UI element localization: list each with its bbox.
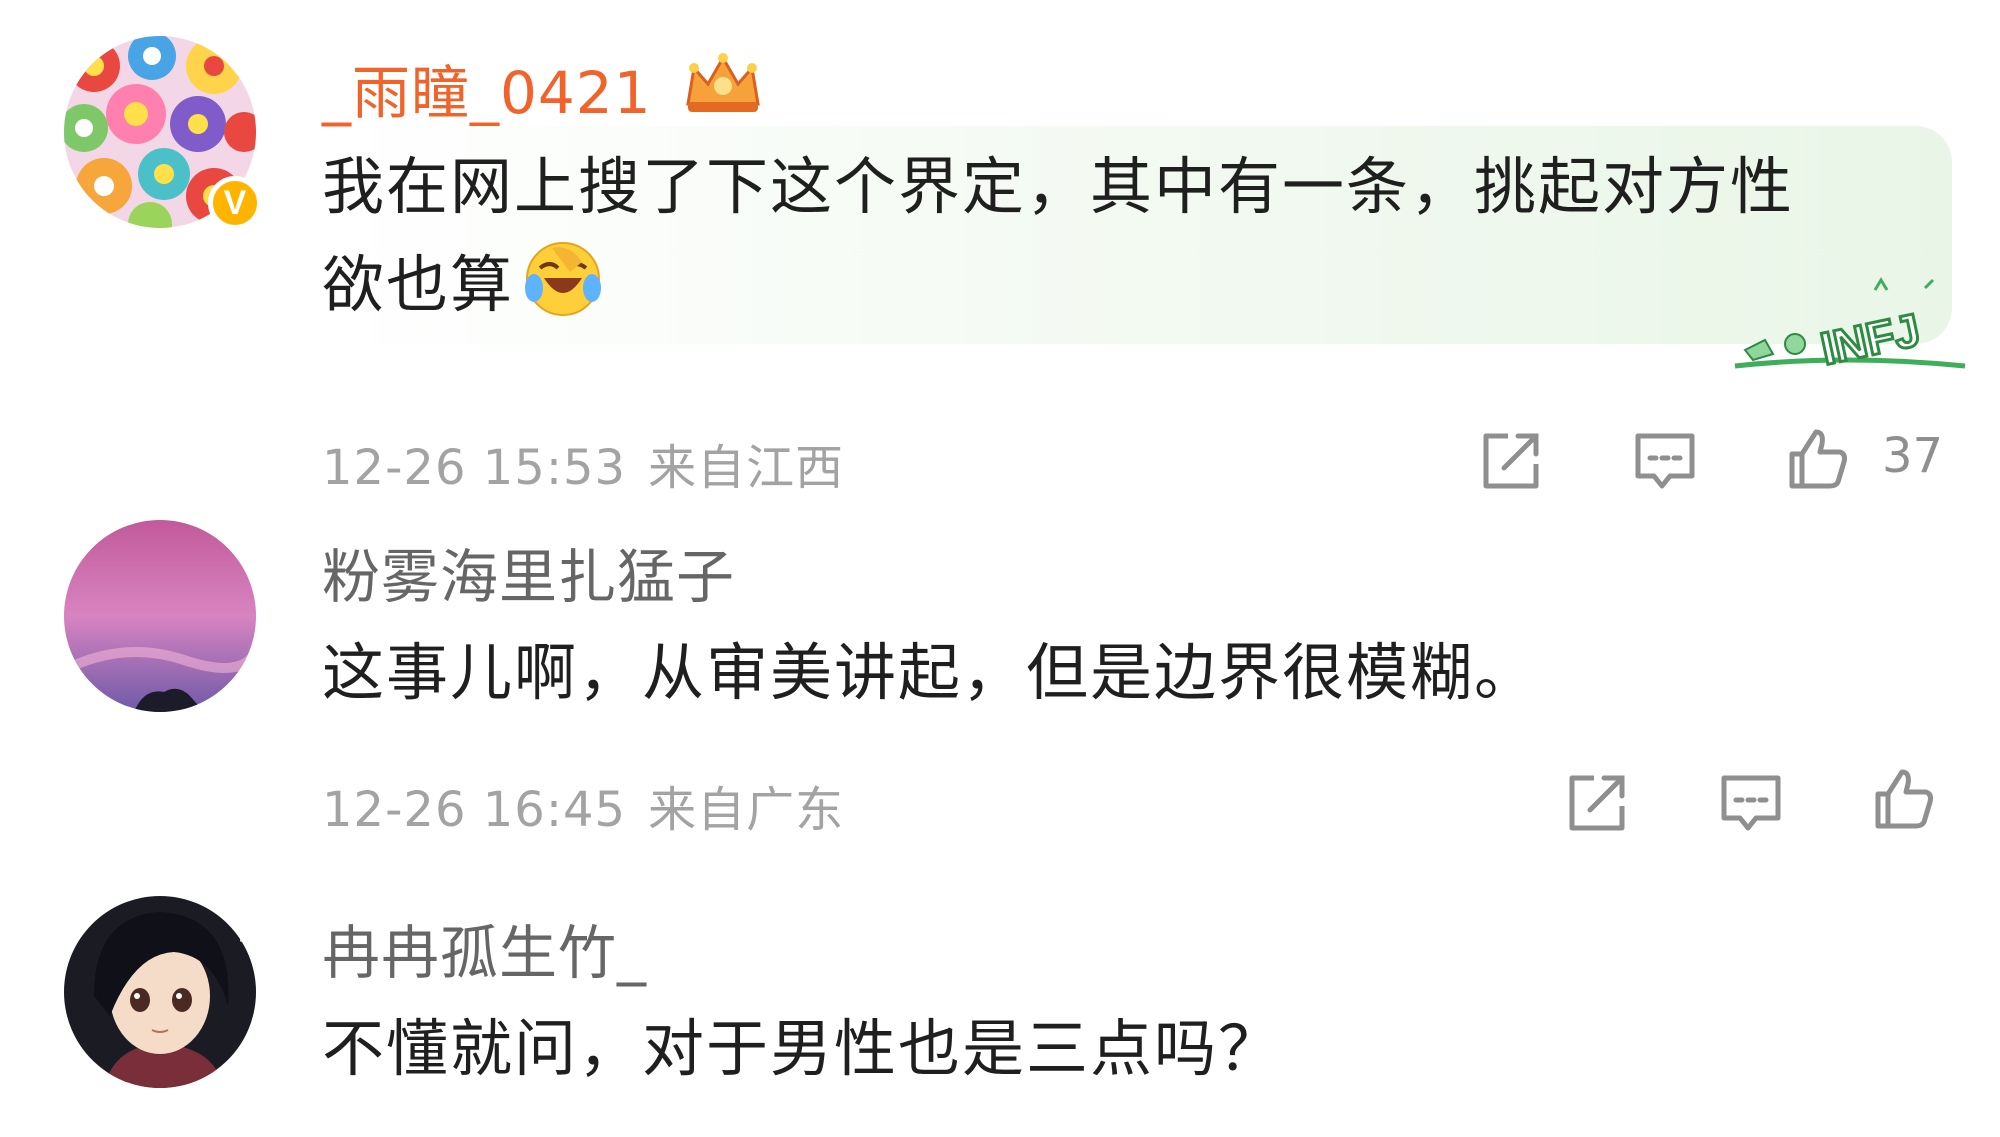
comment-location: 来自广东 [648,782,845,838]
like-icon[interactable] [1870,766,1936,832]
comment-meta: 12-26 16:45 来自广东 [322,770,844,840]
pink-sky-avatar-image [64,520,256,712]
like-count: 37 [1882,428,1944,484]
share-icon[interactable] [1564,770,1630,836]
comment-icon[interactable] [1718,770,1784,836]
comment-time: 12-26 15:53 [322,440,627,496]
comment-username[interactable]: 粉雾海里扎猛子 [322,530,735,614]
comment-username[interactable]: 冉冉孤生竹_ [322,906,647,990]
infj-sticker-icon: INFJ [1725,270,1975,380]
comment-text: 这事儿啊，从审美讲起，但是边界很模糊。 [322,636,1539,709]
crown-icon [680,46,766,116]
avatar[interactable] [64,896,256,1088]
verified-badge: V [208,176,262,230]
comment-text: 不懂就问，对于男性也是三点吗？ [322,1012,1283,1085]
share-icon[interactable] [1478,428,1544,494]
comment-location: 来自江西 [648,440,845,496]
comment-text: 我在网上搜了下这个界定，其中有一条，挑起对方性 [322,150,1795,223]
comment-username[interactable]: _雨瞳_0421 [322,46,652,130]
avatar[interactable] [64,520,256,712]
comment-time: 12-26 16:45 [322,782,627,838]
like-icon[interactable] [1784,426,1850,492]
comment-icon[interactable] [1632,428,1698,494]
comment-meta: 12-26 15:53 来自江西 [322,428,844,498]
laugh-cry-emoji-icon [522,238,604,320]
anime-girl-avatar-image [64,896,256,1088]
comment-text-line2: 欲也算 [322,236,604,334]
comment-text-fragment: 欲也算 [322,248,515,321]
